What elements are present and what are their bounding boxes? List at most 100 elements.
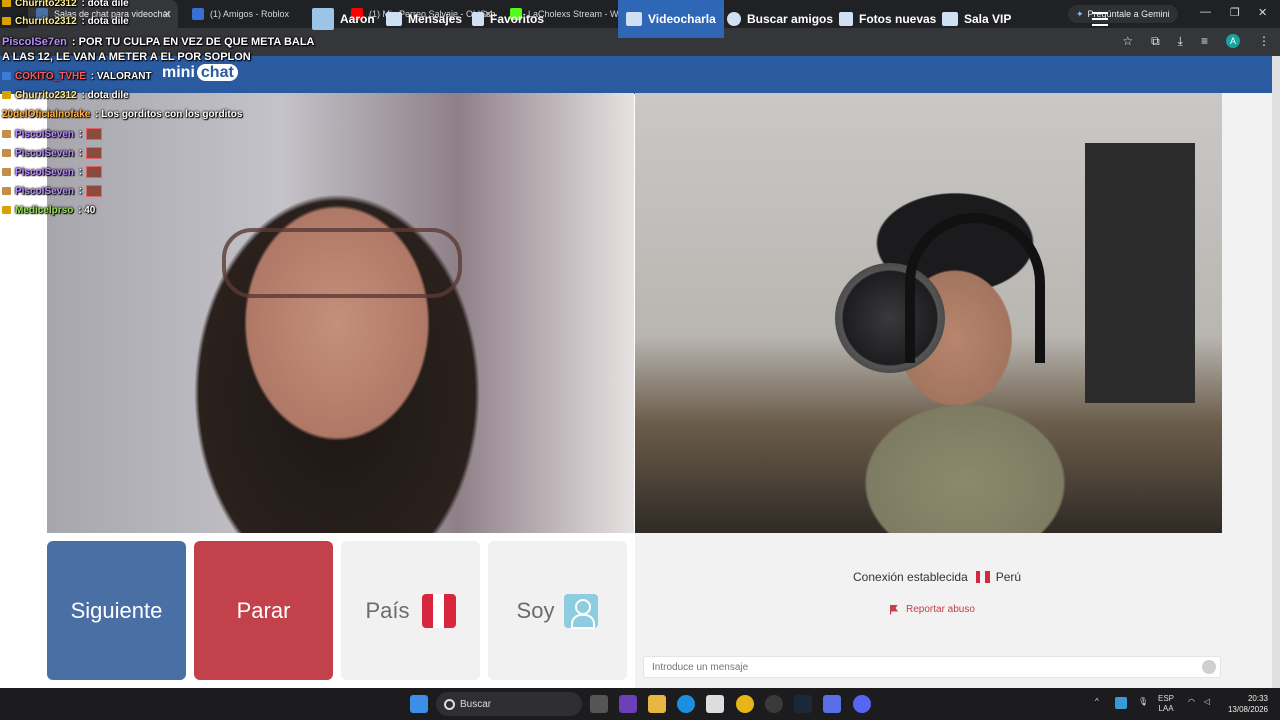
tray-chevron-icon[interactable]: ^ [1095,697,1099,707]
connection-status: Conexión establecida Perú [853,570,1021,584]
gemini-icon: ✦ [1076,8,1084,19]
nav-profile[interactable]: Aaron [312,0,375,38]
tab-label: Salas de chat para videochat [54,9,171,19]
profile-avatar[interactable]: A [1226,34,1240,48]
connection-text: Conexión establecida [853,570,968,584]
more-menu-icon[interactable]: ⋮ [1258,34,1270,49]
menu-lines-icon[interactable]: ≡ [1201,34,1208,49]
tab-label: (1) Amigos - Roblox [210,9,290,19]
video-content [905,213,1045,363]
lang-layout: LAA [1158,704,1174,713]
logo-text-mini: mini [162,64,195,81]
nav-label: Mensajes [408,12,463,26]
badge-icon [2,206,11,215]
lang-code: ESP [1158,694,1175,703]
report-abuse-link[interactable]: Reportar abuso [890,604,975,615]
tab-videochat[interactable]: Salas de chat para videochat ✕ [28,0,178,28]
close-tab-icon[interactable]: ✕ [163,8,172,21]
peru-flag-icon [421,593,456,628]
message-input[interactable] [643,656,1221,678]
gemini-button[interactable]: ✦ Pregúntale a Gemini [1068,5,1178,23]
video-content [222,228,462,298]
extension-icon[interactable]: ⧉ [1151,34,1160,49]
flag-icon [890,604,898,615]
badge-icon [2,187,11,195]
nav-new-photos[interactable]: Fotos nuevas [839,0,936,38]
crown-icon [942,12,958,26]
download-icon[interactable]: ⤓ [1178,34,1183,49]
toolbar-icons: ☆ ⧉ ⤓ ≡ A ⋮ [1122,34,1270,49]
button-label: Siguiente [70,597,163,623]
minimize-icon[interactable]: — [1200,6,1211,18]
task-view-icon[interactable] [590,695,608,713]
emoji-icon[interactable] [1202,660,1216,674]
bookmark-icon [472,12,484,26]
search-icon [727,12,741,26]
partner-country: Perú [995,570,1022,584]
badge-icon [2,168,11,176]
video-camera-icon [626,12,642,26]
language-indicator[interactable]: ESP LAA [1158,694,1174,714]
badge-icon [2,130,11,138]
chrome-icon[interactable] [736,695,754,713]
discord-icon[interactable] [853,695,871,713]
peru-flag-icon [975,571,990,583]
self-video [635,93,1222,533]
windows-start-icon[interactable] [410,695,428,713]
tray-app-icon[interactable] [1115,697,1127,709]
logo-text-chat: chat [196,64,238,81]
nav-label: Aaron [340,12,375,26]
store-icon[interactable] [706,695,724,713]
microphone-icon[interactable]: 🎙 [1138,697,1148,707]
button-label: Soy [516,597,555,623]
user-icon [564,593,599,629]
clock-date: 13/08/2026 [1227,705,1268,714]
button-label: País [365,597,410,623]
minichat-logo[interactable]: mini chat [160,64,238,82]
site-header: mini chat [0,56,1280,94]
steam-icon[interactable] [794,695,812,713]
edge-icon[interactable] [677,695,695,713]
next-button[interactable]: Siguiente [47,541,186,680]
stop-button[interactable]: Parar [194,541,333,680]
app-icon[interactable] [823,695,841,713]
chat-favicon-icon [36,8,48,20]
nav-videochat[interactable]: Videocharla [618,0,724,38]
screen: Salas de chat para videochat ✕ (1) Amigo… [0,0,1280,720]
button-label: Parar [236,597,291,623]
nav-label: Buscar amigos [747,12,834,26]
nav-vip-room[interactable]: Sala VIP [942,0,1011,38]
nav-search-friends[interactable]: Buscar amigos [727,0,833,38]
video-content [1085,143,1195,403]
bookmark-star-icon[interactable]: ☆ [1122,34,1133,49]
nav-favorites[interactable]: Favoritos [472,0,544,38]
country-filter-button[interactable]: País [341,541,480,680]
roblox-favicon-icon [192,8,204,20]
grid-icon [839,12,853,26]
search-label: Buscar [460,698,492,710]
app-icon[interactable] [765,695,783,713]
page-scrollbar[interactable] [1272,56,1280,688]
envelope-icon [386,12,402,26]
clock-time: 20:33 [1247,694,1268,703]
nav-label: Fotos nuevas [859,12,937,26]
nav-label: Favoritos [490,12,545,26]
windows-taskbar [0,688,1280,720]
gender-filter-button[interactable]: Soy [488,541,627,680]
nav-messages[interactable]: Mensajes [386,0,462,38]
hamburger-menu-icon[interactable] [1092,12,1108,26]
close-window-icon[interactable]: ✕ [1258,6,1267,19]
taskbar-search[interactable]: Buscar [436,692,582,716]
user-avatar-icon [312,8,334,30]
report-label: Reportar abuso [906,604,975,615]
nav-label: Videocharla [648,12,716,26]
maximize-icon[interactable]: ❐ [1230,6,1240,19]
volume-icon[interactable]: ◁ [1204,697,1210,707]
nav-label: Sala VIP [964,12,1012,26]
file-explorer-icon[interactable] [648,695,666,713]
partner-video [47,93,634,533]
widgets-icon[interactable] [619,695,637,713]
system-clock[interactable]: 20:33 13/08/2026 [1222,693,1268,715]
badge-icon [2,149,11,157]
wifi-icon[interactable]: ◠ [1188,697,1195,707]
